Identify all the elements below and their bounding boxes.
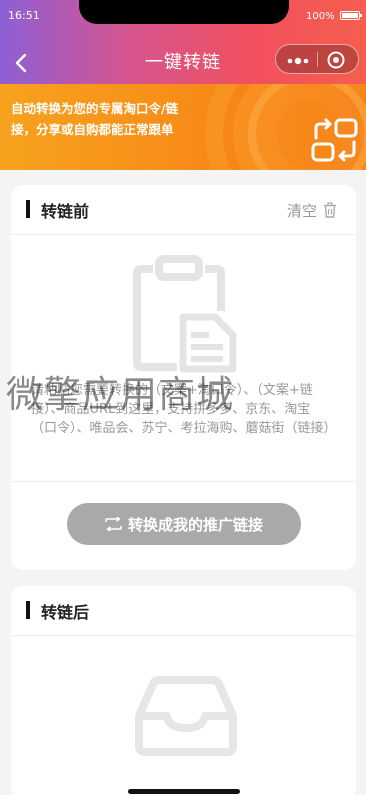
- before-section-title: 转链前: [41, 202, 90, 221]
- trash-icon: [324, 202, 337, 218]
- status-bar: 16:51 100%: [0, 0, 366, 32]
- after-section-header: 转链后: [11, 586, 356, 636]
- paste-placeholder-text: 请粘贴您需要转换的（文案+淘口令）、（文案+链接）、商品URL到这里，支持拼多多…: [31, 383, 337, 436]
- before-conversion-card: 转链前 清空 请粘贴您需要转换的（文案+淘口令）、（文案+链接）、商品URL到这…: [11, 185, 356, 570]
- more-button[interactable]: [284, 53, 312, 67]
- battery-icon: [340, 11, 362, 20]
- close-button[interactable]: [326, 50, 346, 70]
- mini-program-capsule: [275, 44, 359, 74]
- status-time: 16:51: [8, 9, 40, 22]
- banner-text: 自动转换为您的专属淘口令/链接，分享或自购都能正常跟单: [11, 101, 179, 137]
- more-dots-icon: [287, 57, 309, 65]
- section-accent-bar: [26, 200, 30, 218]
- convert-button-label: 转换成我的推广链接: [127, 515, 263, 534]
- clipboard-icon: [133, 255, 237, 373]
- clear-button[interactable]: 清空: [287, 199, 337, 221]
- home-indicator: [128, 789, 240, 794]
- device-notch: [79, 0, 289, 24]
- clear-button-label: 清空: [287, 201, 318, 220]
- section-accent-bar: [26, 601, 30, 619]
- after-conversion-card: 转链后: [11, 586, 356, 795]
- section-divider-bottom: [11, 481, 356, 482]
- section-divider: [11, 635, 356, 636]
- promo-banner: 自动转换为您的专属淘口令/链接，分享或自购都能正常跟单: [0, 84, 366, 170]
- capsule-divider: [317, 52, 318, 67]
- paste-input-area[interactable]: 请粘贴您需要转换的（文案+淘口令）、（文案+链接）、商品URL到这里，支持拼多多…: [11, 235, 356, 481]
- after-section-title: 转链后: [41, 603, 90, 622]
- top-header: 16:51 100% 一键转链: [0, 0, 366, 84]
- convert-link-button[interactable]: 转换成我的推广链接: [67, 503, 301, 545]
- empty-box-icon: [135, 676, 237, 756]
- target-close-icon: [327, 51, 345, 69]
- screen: 16:51 100% 一键转链 自动转换为您的专属淘口令/链接，分享或自购都能正…: [0, 0, 366, 795]
- swap-arrows-icon: [105, 517, 122, 531]
- battery-percentage: 100%: [306, 11, 335, 22]
- before-section-header: 转链前 清空: [11, 185, 356, 235]
- link-convert-icon: [311, 118, 358, 162]
